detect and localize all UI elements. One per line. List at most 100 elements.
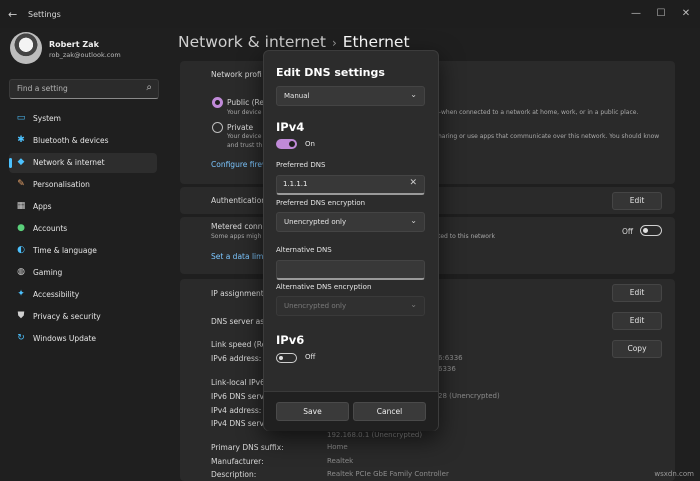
user-name: Robert Zak [49,40,99,49]
sidebar-item-bluetooth-devices[interactable]: ✱ Bluetooth & devices [9,131,157,151]
ipv6-address-value: 6:6336 [438,354,463,362]
ipv4-address-label: IPv4 address: [211,406,262,415]
preferred-dns-input[interactable]: 1.1.1.1 ✕ [276,175,425,195]
configure-firewall-link[interactable]: Configure firew [211,160,268,169]
alternative-encryption-select: Unencrypted only ⌄ [276,296,425,316]
ipv6-address-label: IPv6 address: [211,354,262,363]
toggle-knob [643,228,648,233]
authentication-edit-button[interactable]: Edit [612,192,662,210]
sidebar-item-icon: ✎ [17,179,25,189]
dns-mode-value: Manual [284,92,310,100]
private-label: Private [227,123,254,132]
chevron-down-icon: ⌄ [410,300,417,309]
breadcrumb: Network & internet › Ethernet [178,33,410,51]
metered-toggle[interactable] [640,225,662,236]
sidebar-item-accounts[interactable]: ● Accounts [9,219,157,239]
sidebar-item-privacy-security[interactable]: ⛊ Privacy & security [9,307,157,327]
private-radio[interactable] [212,122,223,133]
sidebar-item-icon: ✱ [17,135,25,145]
manufacturer-value: Realtek [327,457,354,465]
primary-dns-suffix-value: Home [327,443,348,451]
edit-dns-dialog: Edit DNS settings Manual ⌄ IPv4 On Prefe… [263,50,439,431]
save-button[interactable]: Save [276,402,349,421]
alternative-dns-input[interactable] [276,260,425,280]
public-desc: Your device [227,109,262,116]
sidebar-item-icon: ▭ [16,113,26,123]
sidebar-item-icon: ◆ [17,157,25,167]
search-input[interactable]: Find a setting ⌕ [9,79,159,99]
metered-sub: Some apps migh [211,233,262,240]
sidebar-item-personalisation[interactable]: ✎ Personalisation [9,175,157,195]
dns-mode-select[interactable]: Manual ⌄ [276,86,425,106]
sidebar-item-icon: ● [17,223,25,233]
public-desc-right: –when connected to a network at home, wo… [438,109,639,116]
sidebar-item-label: Accessibility [33,290,80,299]
ipv6-address-value-2: 6336 [438,365,456,373]
primary-dns-suffix-label: Primary DNS suffix: [211,443,284,452]
preferred-encryption-select[interactable]: Unencrypted only ⌄ [276,212,425,232]
maximize-icon[interactable]: ☐ [651,5,671,23]
back-arrow-icon[interactable]: ← [8,8,17,21]
dns-assignment-edit-button[interactable]: Edit [612,312,662,330]
active-indicator [9,158,12,168]
preferred-dns-value: 1.1.1.1 [283,180,308,188]
dialog-title: Edit DNS settings [276,66,385,79]
dns-assignment-label: DNS server assi [211,317,271,326]
sidebar-item-label: Personalisation [33,180,90,189]
sidebar-item-apps[interactable]: ▦ Apps [9,197,157,217]
preferred-dns-label: Preferred DNS [276,161,326,169]
public-radio[interactable] [212,97,223,108]
sidebar-item-time-language[interactable]: ◐ Time & language [9,241,157,261]
ipv4-dns-value: 192.168.0.1 (Unencrypted) [327,431,423,439]
search-icon[interactable]: ⌕ [146,82,152,93]
sidebar-item-label: Gaming [33,268,63,277]
metered-state: Off [622,227,634,236]
search-placeholder: Find a setting [17,84,68,93]
copy-button[interactable]: Copy [612,340,662,358]
description-label: Description: [211,470,257,479]
watermark: wsxdn.com [654,470,694,478]
sidebar-item-label: Windows Update [33,334,97,343]
metered-label: Metered conne [211,222,268,231]
sidebar-item-label: Privacy & security [33,312,101,321]
description-value: Realtek PCIe GbE Family Controller [327,470,449,478]
ipv4-dns-label: IPv4 DNS serve [211,419,269,428]
sidebar-item-label: Accounts [33,224,68,233]
clear-icon[interactable]: ✕ [409,178,417,188]
chevron-down-icon: ⌄ [410,90,417,99]
window-title: Settings [28,10,61,19]
sidebar-item-system[interactable]: ▭ System [9,109,157,129]
page-title: Ethernet [342,33,410,51]
data-limit-link[interactable]: Set a data limi [211,252,266,261]
avatar[interactable] [10,32,42,64]
ipv6-toggle[interactable] [276,353,297,363]
sidebar-item-accessibility[interactable]: ✦ Accessibility [9,285,157,305]
link-local-label: Link-local IPv6 [211,378,265,387]
sidebar-item-icon: ↻ [17,333,25,343]
cancel-button[interactable]: Cancel [353,402,426,421]
chevron-down-icon: ⌄ [410,216,417,225]
sidebar-item-icon: ◍ [17,267,25,277]
dialog-footer: Save Cancel [264,391,438,431]
network-profile-label: Network profi [211,70,262,79]
private-desc-2: and trust th [227,142,263,149]
ipv4-toggle[interactable] [276,139,297,149]
public-label: Public (Re [227,98,264,107]
minimize-icon[interactable]: — [626,5,646,23]
sidebar-item-icon: ✦ [17,289,25,299]
ipv6-heading: IPv6 [276,333,305,347]
close-icon[interactable]: ✕ [676,5,696,23]
sidebar-item-label: Apps [33,202,52,211]
sidebar-item-gaming[interactable]: ◍ Gaming [9,263,157,283]
sidebar-item-windows-update[interactable]: ↻ Windows Update [9,329,157,349]
sidebar-item-network-internet[interactable]: ◆ Network & internet [9,153,157,173]
breadcrumb-parent[interactable]: Network & internet [178,33,326,51]
ip-assignment-edit-button[interactable]: Edit [612,284,662,302]
link-speed-label: Link speed (Rec [211,340,271,349]
title-bar: ← Settings — ☐ ✕ [0,0,700,28]
preferred-encryption-label: Preferred DNS encryption [276,199,366,207]
sidebar-item-label: Bluetooth & devices [33,136,109,145]
alternative-encryption-label: Alternative DNS encryption [276,283,372,291]
sidebar-item-label: System [33,114,61,123]
user-email: rob_zak@outlook.com [49,51,121,59]
